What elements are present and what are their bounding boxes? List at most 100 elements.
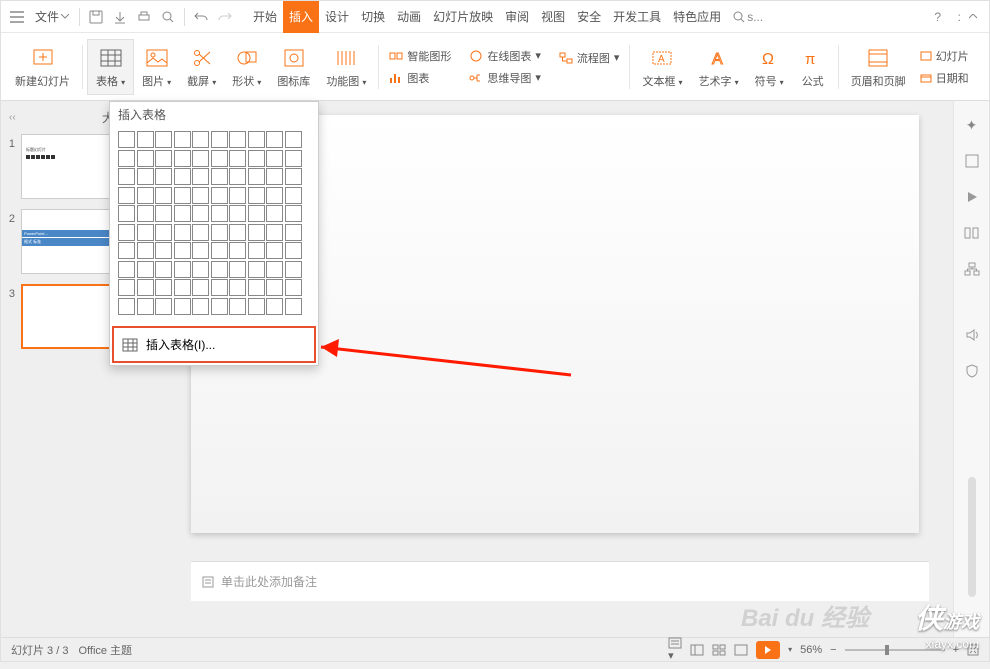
grid-cell[interactable]: [229, 261, 246, 278]
tab-design[interactable]: 设计: [319, 1, 355, 33]
notes-toggle[interactable]: ▾: [668, 637, 682, 662]
tab-transition[interactable]: 切换: [355, 1, 391, 33]
file-menu[interactable]: 文件: [29, 8, 75, 25]
template-icon[interactable]: [962, 151, 982, 171]
grid-cell[interactable]: [155, 261, 172, 278]
grid-cell[interactable]: [229, 298, 246, 315]
grid-cell[interactable]: [285, 261, 302, 278]
grid-cell[interactable]: [266, 224, 283, 241]
grid-cell[interactable]: [266, 187, 283, 204]
slide-small-button[interactable]: 幻灯片: [914, 46, 975, 66]
print-icon[interactable]: [132, 5, 156, 29]
grid-cell[interactable]: [266, 261, 283, 278]
grid-cell[interactable]: [137, 131, 154, 148]
table-grid-picker[interactable]: [110, 127, 318, 324]
grid-cell[interactable]: [192, 279, 209, 296]
grid-cell[interactable]: [285, 242, 302, 259]
screenshot-button[interactable]: 截屏 ▾: [179, 39, 224, 95]
grid-cell[interactable]: [118, 205, 135, 222]
view-reading[interactable]: [734, 644, 748, 656]
collapse-ribbon-icon[interactable]: [969, 14, 977, 19]
right-scrollbar[interactable]: [968, 477, 976, 597]
grid-cell[interactable]: [118, 298, 135, 315]
function-chart-button[interactable]: 功能图 ▾: [318, 39, 374, 95]
grid-cell[interactable]: [285, 224, 302, 241]
grid-cell[interactable]: [229, 131, 246, 148]
grid-cell[interactable]: [211, 261, 228, 278]
grid-cell[interactable]: [118, 131, 135, 148]
save-icon[interactable]: [84, 5, 108, 29]
grid-cell[interactable]: [174, 224, 191, 241]
grid-cell[interactable]: [118, 242, 135, 259]
grid-cell[interactable]: [211, 205, 228, 222]
grid-cell[interactable]: [229, 279, 246, 296]
grid-cell[interactable]: [118, 224, 135, 241]
properties-icon[interactable]: [962, 223, 982, 243]
wordart-button[interactable]: A 艺术字 ▾: [691, 39, 747, 95]
grid-cell[interactable]: [192, 261, 209, 278]
hamburger-icon[interactable]: [5, 5, 29, 29]
grid-cell[interactable]: [285, 150, 302, 167]
grid-cell[interactable]: [137, 205, 154, 222]
grid-cell[interactable]: [248, 279, 265, 296]
grid-cell[interactable]: [155, 131, 172, 148]
grid-cell[interactable]: [118, 150, 135, 167]
grid-cell[interactable]: [174, 261, 191, 278]
view-sorter[interactable]: [712, 644, 726, 656]
grid-cell[interactable]: [174, 205, 191, 222]
grid-cell[interactable]: [137, 298, 154, 315]
view-normal[interactable]: [690, 644, 704, 656]
output-icon[interactable]: [108, 5, 132, 29]
grid-cell[interactable]: [285, 279, 302, 296]
grid-cell[interactable]: [174, 298, 191, 315]
zoom-out[interactable]: −: [830, 644, 836, 656]
grid-cell[interactable]: [118, 261, 135, 278]
grid-cell[interactable]: [174, 150, 191, 167]
symbol-button[interactable]: Ω 符号 ▾: [747, 39, 792, 95]
new-slide-button[interactable]: 新建幻灯片: [7, 39, 78, 95]
grid-cell[interactable]: [248, 261, 265, 278]
grid-cell[interactable]: [174, 242, 191, 259]
grid-cell[interactable]: [229, 242, 246, 259]
search-box[interactable]: s...: [733, 10, 763, 24]
grid-cell[interactable]: [155, 298, 172, 315]
diagram-icon[interactable]: [962, 259, 982, 279]
grid-cell[interactable]: [137, 242, 154, 259]
grid-cell[interactable]: [192, 131, 209, 148]
image-button[interactable]: 图片 ▾: [134, 39, 179, 95]
zoom-slider[interactable]: [845, 649, 945, 651]
grid-cell[interactable]: [211, 298, 228, 315]
grid-cell[interactable]: [266, 168, 283, 185]
icon-library-button[interactable]: 图标库: [269, 39, 318, 95]
grid-cell[interactable]: [155, 187, 172, 204]
grid-cell[interactable]: [174, 187, 191, 204]
redo-icon[interactable]: [213, 5, 237, 29]
zoom-in[interactable]: +: [953, 644, 959, 656]
grid-cell[interactable]: [266, 279, 283, 296]
grid-cell[interactable]: [192, 187, 209, 204]
grid-cell[interactable]: [266, 205, 283, 222]
grid-cell[interactable]: [248, 131, 265, 148]
flow-button[interactable]: 流程图 ▾: [553, 48, 626, 68]
smartart-button[interactable]: 智能图形: [383, 46, 457, 66]
shapes-button[interactable]: 形状 ▾: [224, 39, 269, 95]
preview-icon[interactable]: [156, 5, 180, 29]
grid-cell[interactable]: [211, 131, 228, 148]
grid-cell[interactable]: [192, 150, 209, 167]
grid-cell[interactable]: [118, 187, 135, 204]
tab-slideshow[interactable]: 幻灯片放映: [427, 1, 499, 33]
grid-cell[interactable]: [137, 279, 154, 296]
grid-cell[interactable]: [155, 150, 172, 167]
grid-cell[interactable]: [211, 224, 228, 241]
tab-security[interactable]: 安全: [571, 1, 607, 33]
grid-cell[interactable]: [285, 168, 302, 185]
tab-special[interactable]: 特色应用: [667, 1, 727, 33]
grid-cell[interactable]: [174, 168, 191, 185]
grid-cell[interactable]: [266, 298, 283, 315]
grid-cell[interactable]: [211, 242, 228, 259]
notes-pane[interactable]: 单击此处添加备注: [191, 561, 929, 601]
grid-cell[interactable]: [174, 279, 191, 296]
grid-cell[interactable]: [229, 187, 246, 204]
grid-cell[interactable]: [266, 131, 283, 148]
grid-cell[interactable]: [248, 205, 265, 222]
